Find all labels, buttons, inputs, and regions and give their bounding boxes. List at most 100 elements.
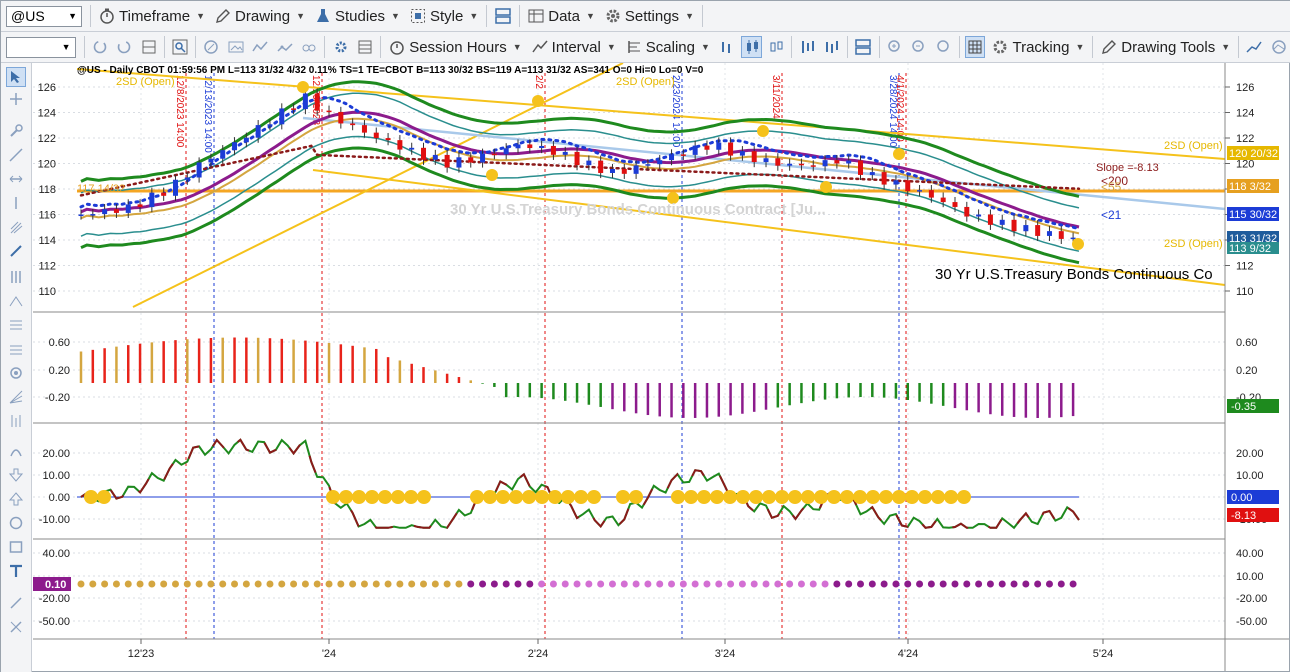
table-icon[interactable] [355,36,375,58]
candle-body [905,180,911,192]
arrow-down-icon[interactable] [6,465,26,485]
candle-body [409,147,415,150]
drawing-menu[interactable]: Drawing ▼ [210,4,310,28]
properties-icon[interactable] [330,36,350,58]
reload-icon[interactable] [114,36,134,58]
ellipse-tool-icon[interactable] [6,513,26,533]
chevron-down-icon: ▼ [469,11,479,21]
osc3-dot [219,580,227,588]
fibonacci-tool-icon[interactable] [6,291,26,311]
candle-body [798,163,804,166]
data-menu[interactable]: Data ▼ [523,4,600,28]
line-tool-icon[interactable] [6,593,26,613]
ohlc-icon[interactable] [797,36,817,58]
zoom-reset-icon[interactable] [933,36,953,58]
candle-body [834,160,840,164]
rectangle-tool-icon[interactable] [6,537,26,557]
osc3-dot [809,580,817,588]
wrench-tool-icon[interactable] [6,121,26,141]
osc3-dot [514,580,522,588]
layout-icon[interactable] [492,5,514,27]
horizontal-arrows-icon[interactable] [6,169,26,189]
grid-view-icon[interactable] [138,36,158,58]
grid-toggle-icon[interactable] [964,36,986,58]
channel-tool-icon[interactable] [6,267,26,287]
osc3-dot [774,580,782,588]
symbol-combobox[interactable]: @US ▼ [6,5,82,27]
interval-menu[interactable]: Interval ▼ [527,35,621,59]
hlc-icon[interactable] [822,36,842,58]
candle-body [928,190,934,198]
candle-body [515,144,521,149]
candlestick-icon[interactable] [741,36,762,58]
pencil-icon [1102,40,1117,54]
trendline-tool-icon[interactable] [6,145,26,165]
marker-dot [297,81,309,93]
marker-dot [893,148,905,160]
picture-icon[interactable] [226,36,246,58]
chart-type-icon[interactable] [275,36,295,58]
bar-chart-icon[interactable] [717,36,737,58]
refresh-icon[interactable] [89,36,109,58]
pointer-tool-icon[interactable] [6,67,26,87]
osc3-dot [254,580,262,588]
timeframe-label: Timeframe [119,7,191,25]
gann-tool-icon[interactable] [6,363,26,383]
ruler-tool-icon[interactable] [6,241,26,261]
cycle-lines-icon[interactable] [6,411,26,431]
charting-app: @US ▼ Timeframe ▼ Drawing ▼ Studies ▼ Style… [0,0,1290,672]
text-tool-icon[interactable] [6,561,26,581]
osc2-signal-dot [801,490,815,504]
vertical-arrows-icon[interactable] [6,193,26,213]
interval-combobox[interactable]: ▼ [6,36,76,58]
osc3-tick-label: -20.00 [1236,593,1267,605]
arrow-up-icon[interactable] [6,489,26,509]
line-chart-icon[interactable] [250,36,270,58]
drawing-tools-menu[interactable]: Drawing Tools ▼ [1096,35,1235,59]
tracking-label: Tracking [1012,38,1070,56]
zoom-out-icon[interactable] [909,36,929,58]
settings-menu[interactable]: Settings ▼ [600,4,699,28]
osc3-dot [124,580,132,588]
candle-body [598,160,604,173]
timeframe-menu[interactable]: Timeframe ▼ [94,4,210,28]
session-hours-label: Session Hours [409,38,507,56]
hollow-candle-icon[interactable] [766,36,786,58]
delete-drawings-icon[interactable] [6,617,26,637]
osc2-signal-dot [957,490,971,504]
scaling-menu[interactable]: Scaling ▼ [621,35,715,59]
zoom-in-icon[interactable] [885,36,905,58]
zoom-data-icon[interactable] [170,36,190,58]
cursor-options-icon[interactable] [201,36,221,58]
osc2-signal-dot [365,490,379,504]
trend-tool-icon[interactable] [1244,36,1264,58]
candle-body [113,209,119,213]
chart-style-icon[interactable] [1269,36,1289,58]
fan-tool-icon[interactable] [6,387,26,407]
price-tick-label: 126 [1236,82,1254,94]
chart-area[interactable]: 12/8/2023 14:0012/13/2023 14:0012/29/202… [33,62,1289,671]
candle-body [763,158,769,163]
compare-icon[interactable] [299,36,319,58]
candle-body [680,154,686,156]
osc3-dot [1045,580,1053,588]
session-hours-menu[interactable]: Session Hours ▼ [384,35,526,59]
levels-tool-icon[interactable] [6,315,26,335]
style-menu[interactable]: Style ▼ [405,4,483,28]
chart-canvas[interactable]: 12/8/2023 14:0012/13/2023 14:0012/29/202… [33,62,1289,671]
retracement-tool-icon[interactable] [6,339,26,359]
arc-tool-icon[interactable] [6,441,26,461]
slope-label: Slope =-8.13 [1096,162,1159,174]
stopwatch-icon [100,8,114,24]
osc3-dot [916,580,924,588]
studies-menu[interactable]: Studies ▼ [310,4,405,28]
chevron-down-icon: ▼ [68,11,77,21]
panes-icon[interactable] [853,36,873,58]
crosshair-tool-icon[interactable] [6,89,26,109]
candle-body [917,190,923,192]
osc3-dot [1034,580,1042,588]
pitchfork-tool-icon[interactable] [6,217,26,237]
candle-body [172,179,178,196]
tracking-menu[interactable]: Tracking ▼ [987,35,1089,59]
osc2-signal-dot [840,490,854,504]
